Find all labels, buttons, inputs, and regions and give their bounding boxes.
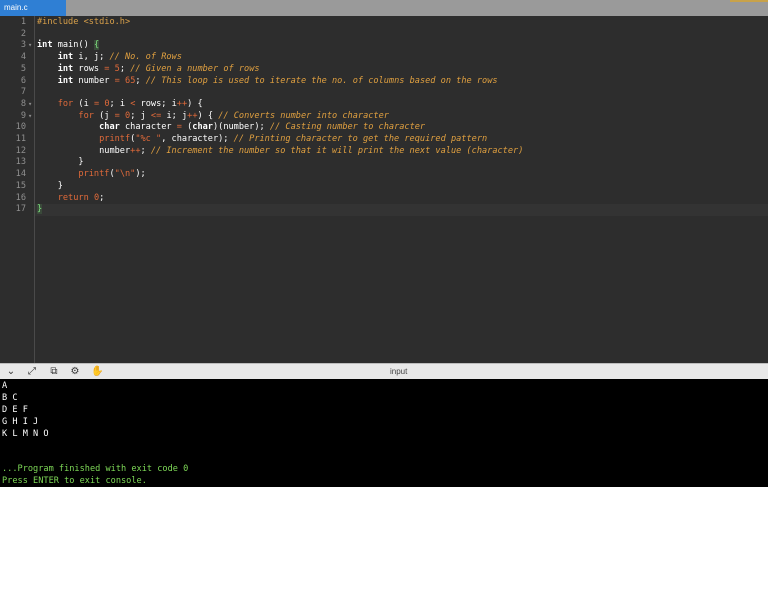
line-number: 15 [15, 180, 26, 191]
line-number: 14 [15, 169, 26, 180]
code-line-13: } [78, 157, 84, 168]
current-line-highlight [35, 204, 768, 216]
line-number: 13 [15, 157, 26, 168]
code-line-3: int main() { [37, 40, 100, 51]
tab-main-c[interactable]: main.c [0, 0, 66, 16]
line-number: 11 [15, 134, 26, 144]
code-line-16: return 0; [57, 192, 105, 203]
console-line: K L M N O [2, 429, 49, 439]
line-number: 17 [15, 204, 26, 215]
console-output[interactable]: A B C D E F G H I J K L M N O ...Program… [0, 379, 768, 487]
line-number: 4 [20, 52, 26, 63]
copy-icon[interactable]: ⧉ [48, 366, 60, 378]
exit-prompt: Press ENTER to exit console. [2, 476, 147, 486]
exit-message: ...Program finished with exit code 0 [2, 464, 189, 474]
gear-icon[interactable]: ⚙ [69, 366, 81, 378]
line-number: 9 [20, 110, 26, 121]
code-line-15: } [57, 180, 63, 191]
line-number: 1 [20, 17, 26, 27]
console-line: B C [2, 393, 18, 403]
fold-arrow-icon[interactable]: ▾ [28, 99, 32, 111]
code-line-8: for (i = 0; i < rows; i++) { [57, 98, 203, 109]
line-number: 8 [20, 98, 26, 109]
code-line-12: number++; // Increment the number so tha… [99, 145, 524, 156]
line-number: 16 [15, 192, 26, 203]
line-number: 3 [20, 40, 26, 51]
console-line: G H I J [2, 417, 39, 427]
line-number: 5 [20, 63, 26, 74]
code-line-4: int i, j; // No. of Rows [57, 52, 182, 63]
tab-bar: main.c [0, 0, 768, 16]
console-line: A [2, 381, 8, 391]
gutter-divider [34, 16, 35, 363]
console-input-label: input [390, 367, 408, 376]
code-line-1: #include <stdio.h> [37, 17, 131, 27]
code-line-10: char character = (char)(number); // Cast… [99, 122, 426, 133]
fold-arrow-icon[interactable]: ▾ [28, 111, 32, 123]
line-number-gutter: 1 2 3 4 5 6 7 8 9 10 11 12 13 14 15 16 1… [0, 16, 34, 363]
code-line-5: int rows = 5; // Given a number of rows [57, 63, 260, 74]
line-number: 6 [20, 75, 26, 86]
fold-arrow-icon[interactable]: ▾ [28, 40, 32, 52]
console-line: D E F [2, 405, 28, 415]
line-number: 12 [15, 145, 26, 156]
line-number: 7 [20, 87, 26, 98]
stop-icon[interactable]: ✋ [91, 366, 103, 378]
tab-bar-accent [730, 0, 768, 2]
code-line-6: int number = 65; // This loop is used to… [57, 75, 498, 86]
expand-icon[interactable]: ⤢ [26, 366, 38, 378]
code-editor[interactable]: 1 2 3 4 5 6 7 8 9 10 11 12 13 14 15 16 1… [0, 16, 768, 363]
code-line-11: printf("%c ", character); // Printing ch… [99, 134, 488, 144]
code-line-9: for (j = 0; j <= i; j++) { // Converts n… [78, 110, 389, 121]
line-number: 2 [20, 28, 26, 39]
console-toolbar: ⌄ ⤢ ⧉ ⚙ ✋ input [0, 363, 768, 379]
chevron-down-icon[interactable]: ⌄ [5, 366, 17, 378]
code-line-14: printf("\n"); [78, 169, 146, 180]
code-line-17: } [37, 204, 43, 215]
line-number: 10 [15, 122, 26, 133]
